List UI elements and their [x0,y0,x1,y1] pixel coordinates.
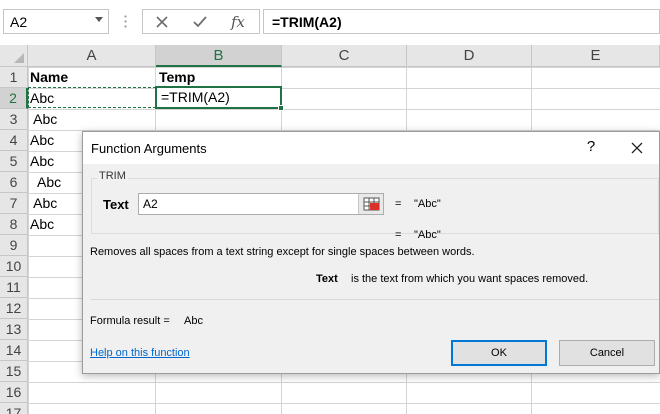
function-description: Removes all spaces from a text string ex… [90,246,475,258]
row-header-1[interactable]: 1 [0,67,28,88]
insert-function-fx-icon[interactable]: fx [225,12,251,32]
row-header-2[interactable]: 2 [0,88,28,109]
argument-name: Text [316,273,338,285]
enter-check-icon[interactable] [187,12,213,32]
row-header-10[interactable]: 10 [0,256,28,277]
close-icon[interactable] [629,140,645,156]
column-header-e[interactable]: E [532,45,660,67]
collapse-dialog-ref-button[interactable] [358,194,383,214]
cell-a1[interactable]: Name [30,67,154,88]
formula-input[interactable]: =TRIM(A2) [263,9,660,34]
dialog-titlebar[interactable]: Function Arguments ? [83,132,659,164]
row-header-16[interactable]: 16 [0,382,28,403]
row-header-13[interactable]: 13 [0,319,28,340]
cell-a3[interactable]: Abc [30,109,154,130]
row-header-11[interactable]: 11 [0,277,28,298]
arg-label-text: Text [103,197,129,212]
function-arguments-dialog: Function Arguments ? TRIM Text A2 = "Abc… [82,131,660,374]
cell-a7[interactable]: Abc [30,193,82,214]
function-result-preview: "Abc" [414,229,441,241]
column-header-a[interactable]: A [28,45,156,67]
active-cell-text: =TRIM(A2) [161,89,230,105]
formula-result-value: Abc [184,315,203,327]
row-header-5[interactable]: 5 [0,151,28,172]
arg-evaluated-value: "Abc" [414,198,441,210]
row-header-8[interactable]: 8 [0,214,28,235]
formula-bar-tools: fx [142,9,260,34]
cell-a5[interactable]: Abc [30,151,82,172]
column-header-c[interactable]: C [282,45,407,67]
divider [91,299,659,300]
ok-button[interactable]: OK [451,340,547,366]
row-header-15[interactable]: 15 [0,361,28,382]
text-argument-value: A2 [143,197,158,211]
active-cell-b2[interactable]: =TRIM(A2) [155,86,282,109]
column-header-d[interactable]: D [407,45,532,67]
row-header-9[interactable]: 9 [0,235,28,256]
row-header-14[interactable]: 14 [0,340,28,361]
result-equals-sign: = [395,229,402,241]
arg-equals-sign: = [395,198,402,210]
cell-a8[interactable]: Abc [30,214,82,235]
row-header-4[interactable]: 4 [0,130,28,151]
function-name: TRIM [97,170,128,182]
cancel-button[interactable]: Cancel [559,340,655,366]
chevron-down-icon[interactable] [95,17,103,22]
name-box-value: A2 [10,14,28,30]
copy-marquee-a2 [28,87,156,108]
select-all-triangle-icon [14,53,24,63]
row-header-6[interactable]: 6 [0,172,28,193]
cell-b1[interactable]: Temp [159,67,279,88]
row-header-3[interactable]: 3 [0,109,28,130]
name-box[interactable]: A2 [3,9,109,34]
row-header-7[interactable]: 7 [0,193,28,214]
help-on-function-link[interactable]: Help on this function [90,347,190,359]
formula-bar: A2 fx =TRIM(A2) [0,0,660,44]
argument-description: is the text from which you want spaces r… [351,273,589,285]
cancel-x-icon[interactable] [149,12,175,32]
select-all-corner[interactable] [0,45,28,67]
cell-a6[interactable]: Abc [30,172,82,193]
help-question-icon[interactable]: ? [583,138,599,158]
row-header-17[interactable]: 17 [0,403,28,414]
grip-handle-icon[interactable] [124,14,127,30]
range-select-icon [363,197,380,211]
fill-handle[interactable] [278,105,284,111]
formula-result-label: Formula result = [90,315,170,327]
formula-text: =TRIM(A2) [272,14,342,30]
text-argument-input[interactable]: A2 [138,193,384,215]
dialog-title: Function Arguments [91,141,207,156]
row-header-12[interactable]: 12 [0,298,28,319]
column-header-b[interactable]: B [156,45,282,67]
